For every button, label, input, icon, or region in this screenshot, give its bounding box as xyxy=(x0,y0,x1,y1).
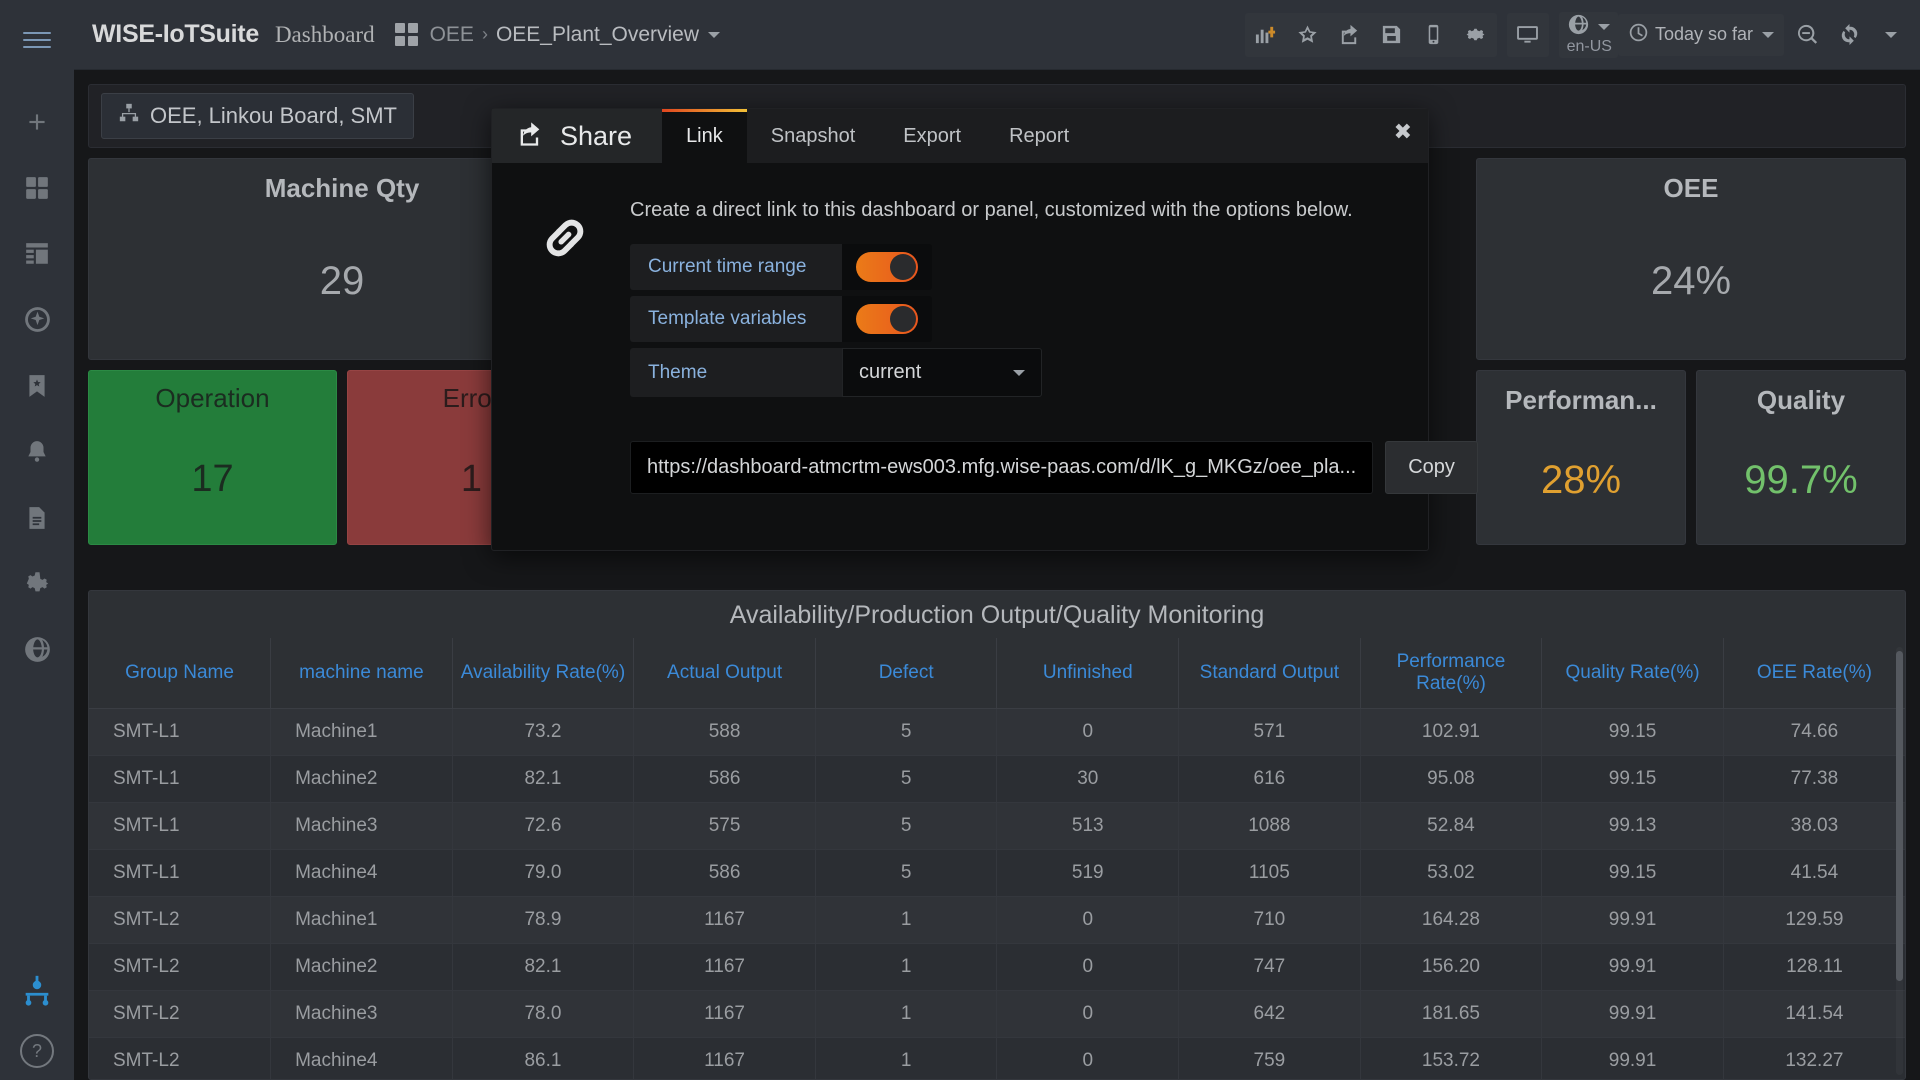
link-icon xyxy=(532,199,598,494)
share-modal-body: Create a direct link to this dashboard o… xyxy=(492,163,1478,550)
option-row-template-variables: Template variables xyxy=(630,296,1478,342)
share-modal: Share Link Snapshot Export Report ✖ Create … xyxy=(491,108,1478,551)
share-modal-title-group: Share xyxy=(492,109,663,163)
option-row-current-time-range: Current time range xyxy=(630,244,1478,290)
share-tab[interactable]: Snapshot xyxy=(747,109,880,163)
share-modal-title: Share xyxy=(560,120,633,151)
template-variables-toggle[interactable] xyxy=(856,304,918,334)
share-tab[interactable]: Export xyxy=(879,109,985,163)
theme-select[interactable]: current xyxy=(842,348,1042,397)
copy-button[interactable]: Copy xyxy=(1385,441,1478,494)
share-modal-content: Create a direct link to this dashboard o… xyxy=(630,199,1478,494)
share-tab[interactable]: Link xyxy=(662,109,747,163)
share-modal-header: Share Link Snapshot Export Report ✖ xyxy=(492,109,1428,163)
template-variables-control xyxy=(842,296,932,342)
current-time-range-toggle[interactable] xyxy=(856,252,918,282)
share-modal-tabs: Link Snapshot Export Report xyxy=(662,109,1093,163)
toggle-knob xyxy=(890,254,916,280)
toggle-knob xyxy=(890,306,916,332)
template-variables-label: Template variables xyxy=(630,296,842,342)
theme-chevron-down-icon xyxy=(1013,369,1025,376)
share-description: Create a direct link to this dashboard o… xyxy=(630,199,1353,221)
share-url-input[interactable]: https://dashboard-atmcrtm-ews003.mfg.wis… xyxy=(630,441,1374,494)
theme-selected-value: current xyxy=(859,361,922,383)
current-time-range-label: Current time range xyxy=(630,244,842,290)
share-tab[interactable]: Report xyxy=(985,109,1093,163)
theme-label: Theme xyxy=(630,348,842,397)
share-url-row: https://dashboard-atmcrtm-ews003.mfg.wis… xyxy=(630,441,1478,494)
dashboard-app: ? WISE-IoTSuite Dashboard OEE › OEE_Plan… xyxy=(0,0,1920,1080)
option-row-theme: Theme current xyxy=(630,348,1478,397)
share-icon xyxy=(516,120,544,153)
current-time-range-control xyxy=(842,244,932,290)
close-icon[interactable]: ✖ xyxy=(1394,121,1412,143)
